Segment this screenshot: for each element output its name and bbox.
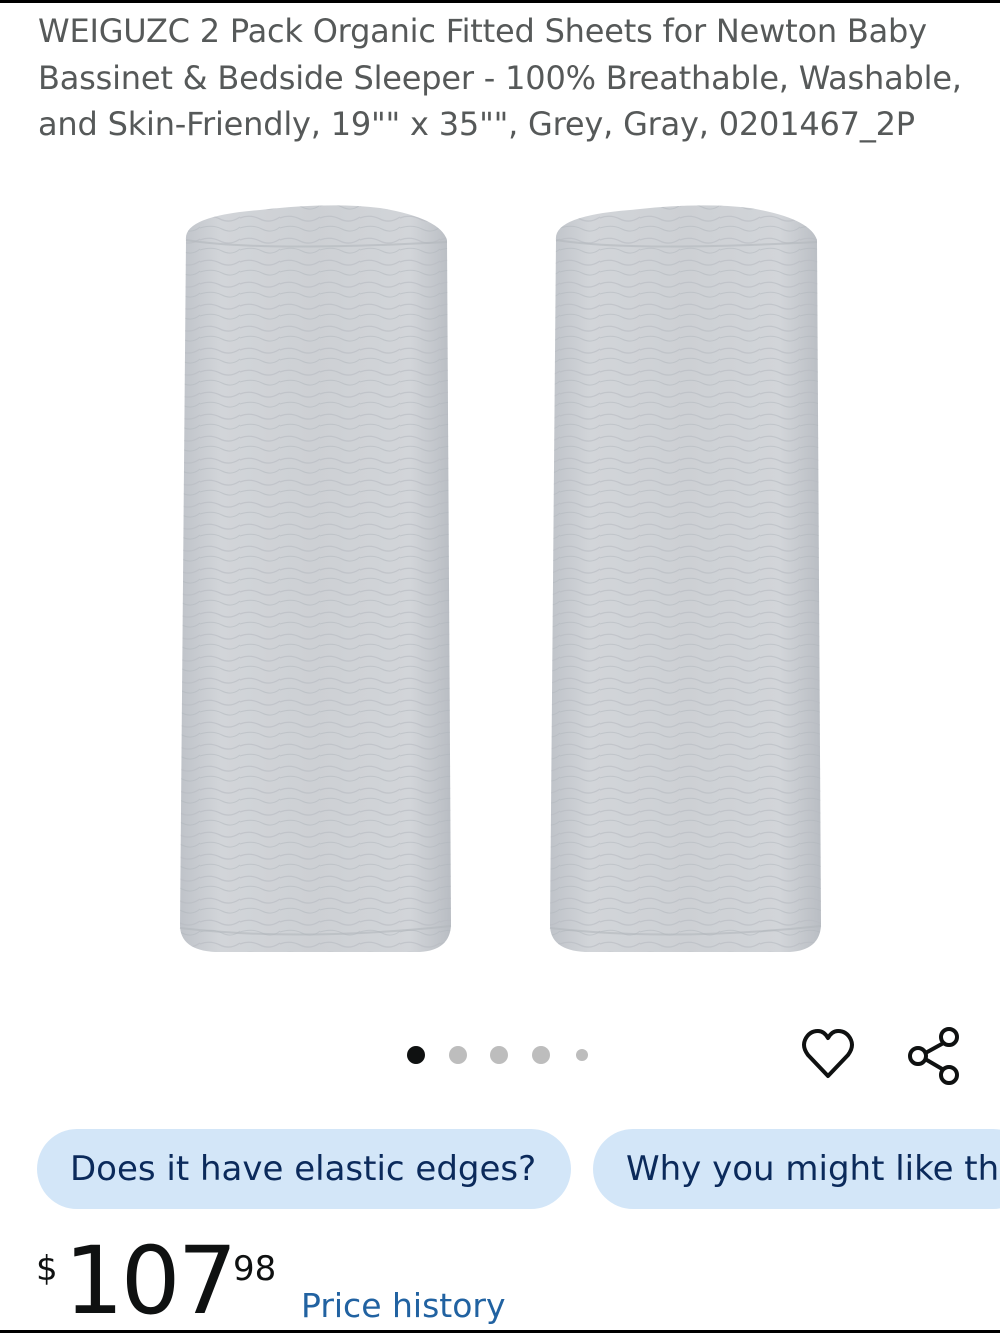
price-whole: 107 xyxy=(64,1227,237,1333)
sheet-roll-left xyxy=(179,205,452,952)
question-chip-elastic-edges[interactable]: Does it have elastic edges? xyxy=(37,1129,571,1209)
price-history-link[interactable]: Price history xyxy=(301,1286,506,1325)
heart-icon xyxy=(802,1029,854,1078)
carousel-dot-2[interactable] xyxy=(448,1046,467,1064)
carousel-dot-3[interactable] xyxy=(490,1046,508,1064)
top-border xyxy=(0,0,1000,3)
carousel-dot-5[interactable] xyxy=(576,1049,588,1061)
fitted-sheets-image xyxy=(179,205,822,952)
share-icon xyxy=(908,1027,959,1085)
carousel-dot-4[interactable] xyxy=(531,1046,550,1064)
carousel-dot-1[interactable] xyxy=(407,1046,425,1064)
price-currency-symbol: $ xyxy=(36,1249,58,1289)
product-image[interactable] xyxy=(0,190,1000,1010)
price-fraction: 98 xyxy=(233,1249,277,1289)
carousel-indicator[interactable] xyxy=(407,1045,612,1065)
sheet-roll-right xyxy=(549,205,822,952)
share-button[interactable] xyxy=(902,1025,964,1087)
product-title: WEIGUZC 2 Pack Organic Fitted Sheets for… xyxy=(38,12,962,143)
favorite-button[interactable] xyxy=(800,1025,856,1083)
question-chip-why-you-might-like[interactable]: Why you might like this xyxy=(593,1129,1000,1209)
